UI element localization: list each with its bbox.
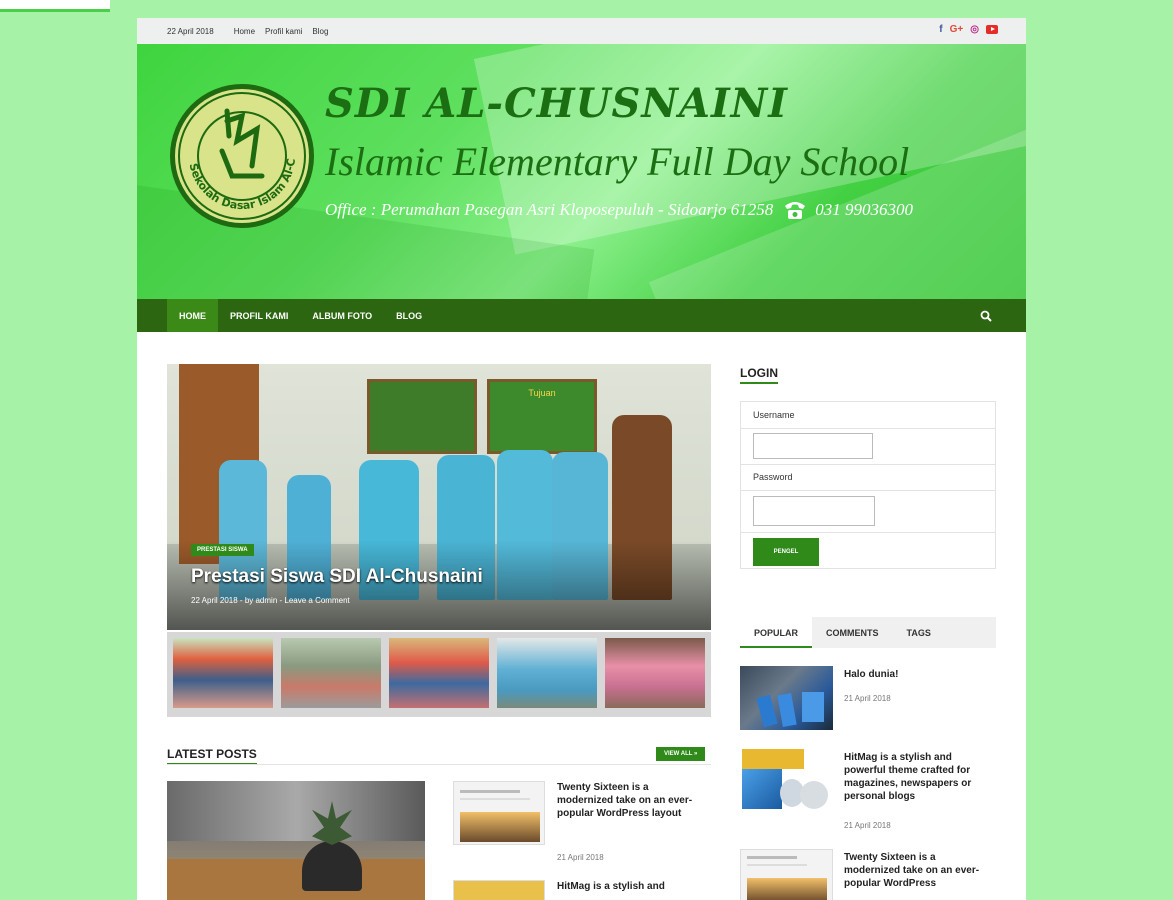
popular-thumbnail[interactable] — [740, 849, 833, 900]
corner-tab — [0, 0, 110, 12]
popular-title[interactable]: Halo dunia! — [844, 668, 994, 681]
wall-board-tujuan: Tujuan — [487, 379, 597, 454]
post-thumbnail[interactable] — [453, 880, 545, 900]
popular-date: 21 April 2018 — [844, 694, 891, 703]
password-label: Password — [753, 472, 793, 482]
tab-tags[interactable]: TAGS — [893, 617, 945, 648]
popular-item[interactable]: HitMag is a stylish and powerful theme c… — [740, 749, 996, 839]
login-form: Username Password PENGEL — [740, 401, 996, 569]
password-input[interactable] — [753, 496, 875, 526]
latest-posts-title: LATEST POSTS — [167, 747, 257, 765]
slider-thumb[interactable] — [281, 638, 381, 708]
slide-title[interactable]: Prestasi Siswa SDI Al-Chusnaini — [191, 566, 483, 588]
tab-comments[interactable]: COMMENTS — [812, 617, 893, 648]
post-thumbnail[interactable] — [453, 781, 545, 845]
board-text: Tujuan — [528, 388, 556, 398]
slider-thumbnails — [167, 632, 711, 717]
popular-thumbnail[interactable] — [740, 666, 833, 730]
popular-item[interactable]: Halo dunia! 21 April 2018 — [740, 666, 996, 732]
slider-thumb[interactable] — [173, 638, 273, 708]
content-area: Tujuan PRESTASI SISWA Prestasi Siswa SDI… — [137, 18, 1026, 900]
username-input[interactable] — [753, 433, 873, 459]
latest-post-image[interactable] — [167, 781, 425, 900]
login-title: LOGIN — [740, 366, 778, 384]
wall-board — [367, 379, 477, 454]
post-title[interactable]: Twenty Sixteen is a modernized take on a… — [557, 781, 707, 820]
popular-item[interactable]: Twenty Sixteen is a modernized take on a… — [740, 849, 996, 900]
popular-thumbnail[interactable] — [740, 749, 833, 813]
latest-post-item[interactable]: HitMag is a stylish and — [453, 880, 713, 900]
featured-slider[interactable]: Tujuan PRESTASI SISWA Prestasi Siswa SDI… — [167, 364, 711, 630]
popular-title[interactable]: HitMag is a stylish and powerful theme c… — [844, 751, 994, 803]
post-title[interactable]: HitMag is a stylish and — [557, 880, 707, 893]
slide-category-badge[interactable]: PRESTASI SISWA — [191, 544, 254, 556]
post-date: 21 April 2018 — [557, 853, 604, 862]
sidebar-tabs: POPULAR COMMENTS TAGS — [740, 617, 996, 648]
slide-meta: 22 April 2018 - by admin - Leave a Comme… — [191, 596, 350, 605]
login-button[interactable]: PENGEL — [753, 538, 819, 566]
slider-thumb[interactable] — [497, 638, 597, 708]
latest-post-item[interactable]: Twenty Sixteen is a modernized take on a… — [453, 781, 713, 871]
slider-thumb[interactable] — [389, 638, 489, 708]
slider-thumb[interactable] — [605, 638, 705, 708]
popular-title[interactable]: Twenty Sixteen is a modernized take on a… — [844, 851, 994, 890]
popular-date: 21 April 2018 — [844, 821, 891, 830]
username-label: Username — [753, 410, 795, 420]
tab-popular[interactable]: POPULAR — [740, 617, 813, 648]
view-all-button[interactable]: VIEW ALL » — [656, 747, 706, 761]
